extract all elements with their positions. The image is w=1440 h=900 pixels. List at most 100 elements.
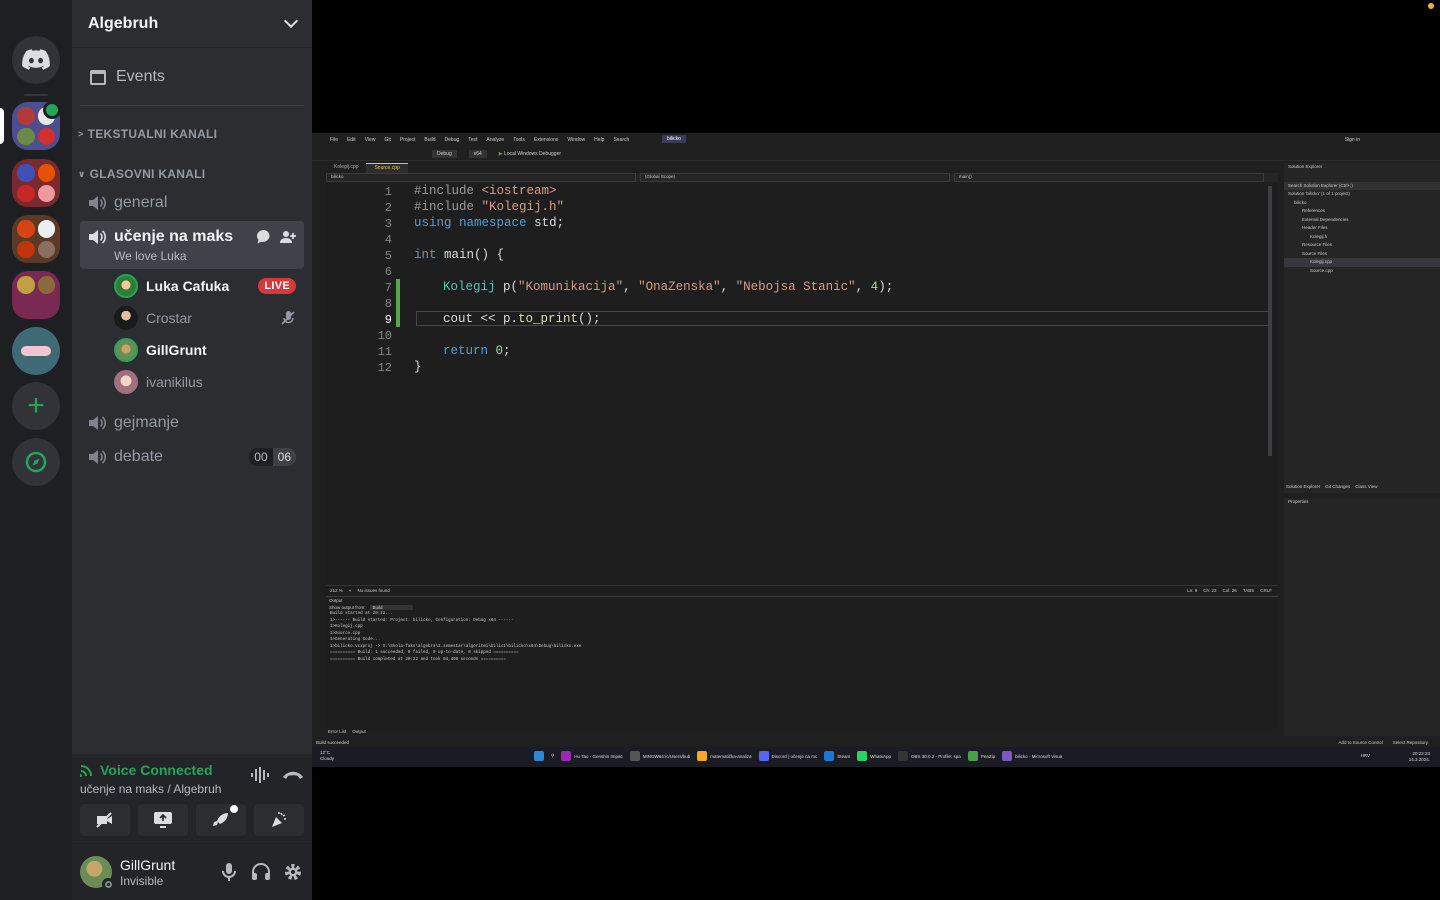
taskbar-app[interactable]: Hu Tao - Genshin Impac	[561, 751, 623, 761]
tree-item[interactable]: Kolegij.cpp	[1284, 258, 1440, 267]
soundboard-button[interactable]	[254, 804, 304, 836]
server-header[interactable]: Algebruh	[72, 0, 312, 48]
taskbar-app[interactable]: MINGW64:/c/Users/bub	[629, 751, 690, 761]
windows-start-icon[interactable]	[534, 751, 544, 761]
server-folder-4[interactable]	[12, 271, 60, 319]
output-source-select[interactable]: Build	[369, 605, 413, 610]
vs-nav-project[interactable]: bilicko	[326, 173, 636, 182]
indent-indicator[interactable]: TABS	[1243, 588, 1254, 593]
voice-user-name: Luka Cafuka	[146, 278, 230, 294]
search-icon[interactable]: ⚲	[551, 753, 554, 759]
server-folder-2[interactable]	[12, 159, 60, 207]
voice-channel-debate[interactable]: debate 00 06	[80, 441, 304, 473]
tab-output[interactable]: Output	[352, 729, 366, 734]
select-repository-button[interactable]: Select Repository	[1393, 740, 1428, 745]
tree-item[interactable]: Source.cpp	[1284, 267, 1440, 276]
add-server-button[interactable]: +	[12, 382, 60, 430]
server-folder-3[interactable]	[12, 215, 60, 263]
voice-channel-active[interactable]: učenje na maks We love Luka	[80, 221, 304, 269]
vs-menu-test[interactable]: Test	[468, 137, 477, 143]
voice-user-gillgrunt[interactable]: GillGrunt	[114, 335, 304, 365]
zoom-level[interactable]: 212 %	[330, 588, 343, 593]
language-indicator[interactable]: HRV	[1361, 753, 1370, 759]
line-number: 1	[384, 185, 392, 199]
taskbar-app[interactable]: PeaZip	[967, 751, 995, 761]
vs-menu-search[interactable]: Search	[613, 137, 629, 143]
voice-channel-path[interactable]: učenje na maks / Algebruh	[80, 782, 221, 796]
server-icon-5[interactable]	[12, 327, 60, 375]
soundwave-icon[interactable]	[250, 766, 270, 784]
taskbar-app[interactable]: WhatsApp	[857, 751, 891, 761]
vs-menu-debug[interactable]: Debug	[445, 137, 460, 143]
eol-indicator[interactable]: CRLF	[1260, 588, 1278, 593]
vs-nav-member[interactable]: main()	[954, 173, 1264, 182]
tab-source-cpp[interactable]: Source.cpp	[366, 163, 408, 173]
gear-icon[interactable]	[282, 861, 304, 883]
voice-user-luka[interactable]: Luka Cafuka LIVE	[114, 271, 304, 301]
microphone-icon[interactable]	[218, 861, 240, 883]
avatar[interactable]	[80, 856, 114, 890]
vs-config-select[interactable]: Debug	[432, 149, 457, 158]
editor-scrollbar[interactable]	[1268, 186, 1272, 456]
tree-item[interactable]: Solution 'bilicko' (1 of 1 project)	[1284, 190, 1440, 199]
taskbar-app[interactable]: Steam	[824, 751, 850, 761]
home-button[interactable]	[12, 36, 60, 84]
phone-hangup-icon[interactable]	[282, 766, 304, 784]
tab-class-view[interactable]: Class View	[1355, 484, 1377, 489]
tree-item[interactable]: Resource Files	[1284, 241, 1440, 250]
vs-run-button[interactable]: ▶ Local Windows Debugger	[499, 151, 561, 157]
system-tray[interactable]: HRV 20:22:23 14.3.2024.	[1361, 751, 1430, 762]
add-user-icon[interactable]	[280, 229, 296, 245]
vs-sign-in[interactable]: Sign in	[1345, 137, 1440, 143]
vs-platform-select[interactable]: x64	[468, 149, 487, 158]
voice-user-crostar[interactable]: Crostar	[114, 303, 304, 333]
voice-channel-gejmanje[interactable]: gejmanje	[80, 407, 304, 439]
vs-menu-edit[interactable]: Edit	[347, 137, 356, 143]
category-text-channels[interactable]: > TEKSTUALNI KANALI	[78, 127, 217, 141]
voice-connected-status[interactable]: Voice Connected	[80, 762, 213, 778]
tree-item[interactable]: Source Files	[1284, 250, 1440, 259]
chat-bubble-icon[interactable]	[256, 229, 272, 245]
vs-menu-tools[interactable]: Tools	[513, 137, 525, 143]
vs-menu-view[interactable]: View	[365, 137, 376, 143]
vs-nav-scope[interactable]: (Global Scope)	[640, 173, 950, 182]
screen-share-button[interactable]	[138, 804, 188, 836]
taskbar-app[interactable]: bilicko - Microsoft Visua	[1002, 751, 1062, 761]
tab-error-list[interactable]: Error List	[328, 729, 346, 734]
taskbar-app[interactable]: OBS 30.0.2 - Profile: spa	[898, 751, 961, 761]
code-editor[interactable]: 1 2 3 4 5 6 7 8 9 10 11 12 #include <ios…	[326, 182, 1278, 585]
solution-search-input[interactable]: Search Solution Explorer (Ctrl+;)	[1284, 181, 1440, 190]
tab-solution-explorer[interactable]: Solution Explorer	[1286, 484, 1320, 489]
voice-user-ivanikilus[interactable]: ivanikilus	[114, 367, 304, 397]
category-voice-channels[interactable]: ∨ GLASOVNI KANALI	[78, 167, 205, 181]
vs-menu-extensions[interactable]: Extensions	[534, 137, 558, 143]
tab-kolegij-cpp[interactable]: Kolegij.cpp	[326, 163, 366, 173]
weather-widget[interactable]: 12°C Cloudy	[320, 750, 334, 762]
stream-viewer[interactable]: File Edit View Git Project Build Debug T…	[312, 0, 1440, 900]
vs-menu-analyze[interactable]: Analyze	[486, 137, 504, 143]
vs-menu-help[interactable]: Help	[594, 137, 604, 143]
headphones-icon[interactable]	[250, 861, 272, 883]
tree-item[interactable]: References	[1284, 207, 1440, 216]
code-line: cout << p.to_print();	[443, 312, 601, 326]
camera-toggle-button[interactable]	[80, 804, 130, 836]
tab-git-changes[interactable]: Git Changes	[1325, 484, 1350, 489]
tree-item[interactable]: Kolegij.h	[1284, 233, 1440, 242]
activity-button[interactable]	[196, 804, 246, 836]
taskbar-app[interactable]: Discord | učenje na mc	[758, 751, 817, 761]
vs-menu-window[interactable]: Window	[567, 137, 585, 143]
vs-menu-file[interactable]: File	[330, 137, 338, 143]
tree-item[interactable]: External Dependencies	[1284, 216, 1440, 225]
voice-channel-general[interactable]: general	[80, 187, 304, 219]
rocket-icon	[213, 813, 228, 826]
add-source-control-button[interactable]: Add to Source Control	[1338, 740, 1382, 745]
vs-menu-build[interactable]: Build	[424, 137, 435, 143]
vs-menu-git[interactable]: Git	[384, 137, 390, 143]
events-button[interactable]: Events	[80, 60, 304, 94]
tree-item[interactable]: Header Files	[1284, 224, 1440, 233]
vs-menu-project[interactable]: Project	[400, 137, 416, 143]
discover-button[interactable]	[12, 438, 60, 486]
issues-status[interactable]: No issues found	[357, 588, 389, 593]
tree-item[interactable]: bilicko	[1284, 199, 1440, 208]
taskbar-app[interactable]: matematička-analiza	[697, 751, 752, 761]
